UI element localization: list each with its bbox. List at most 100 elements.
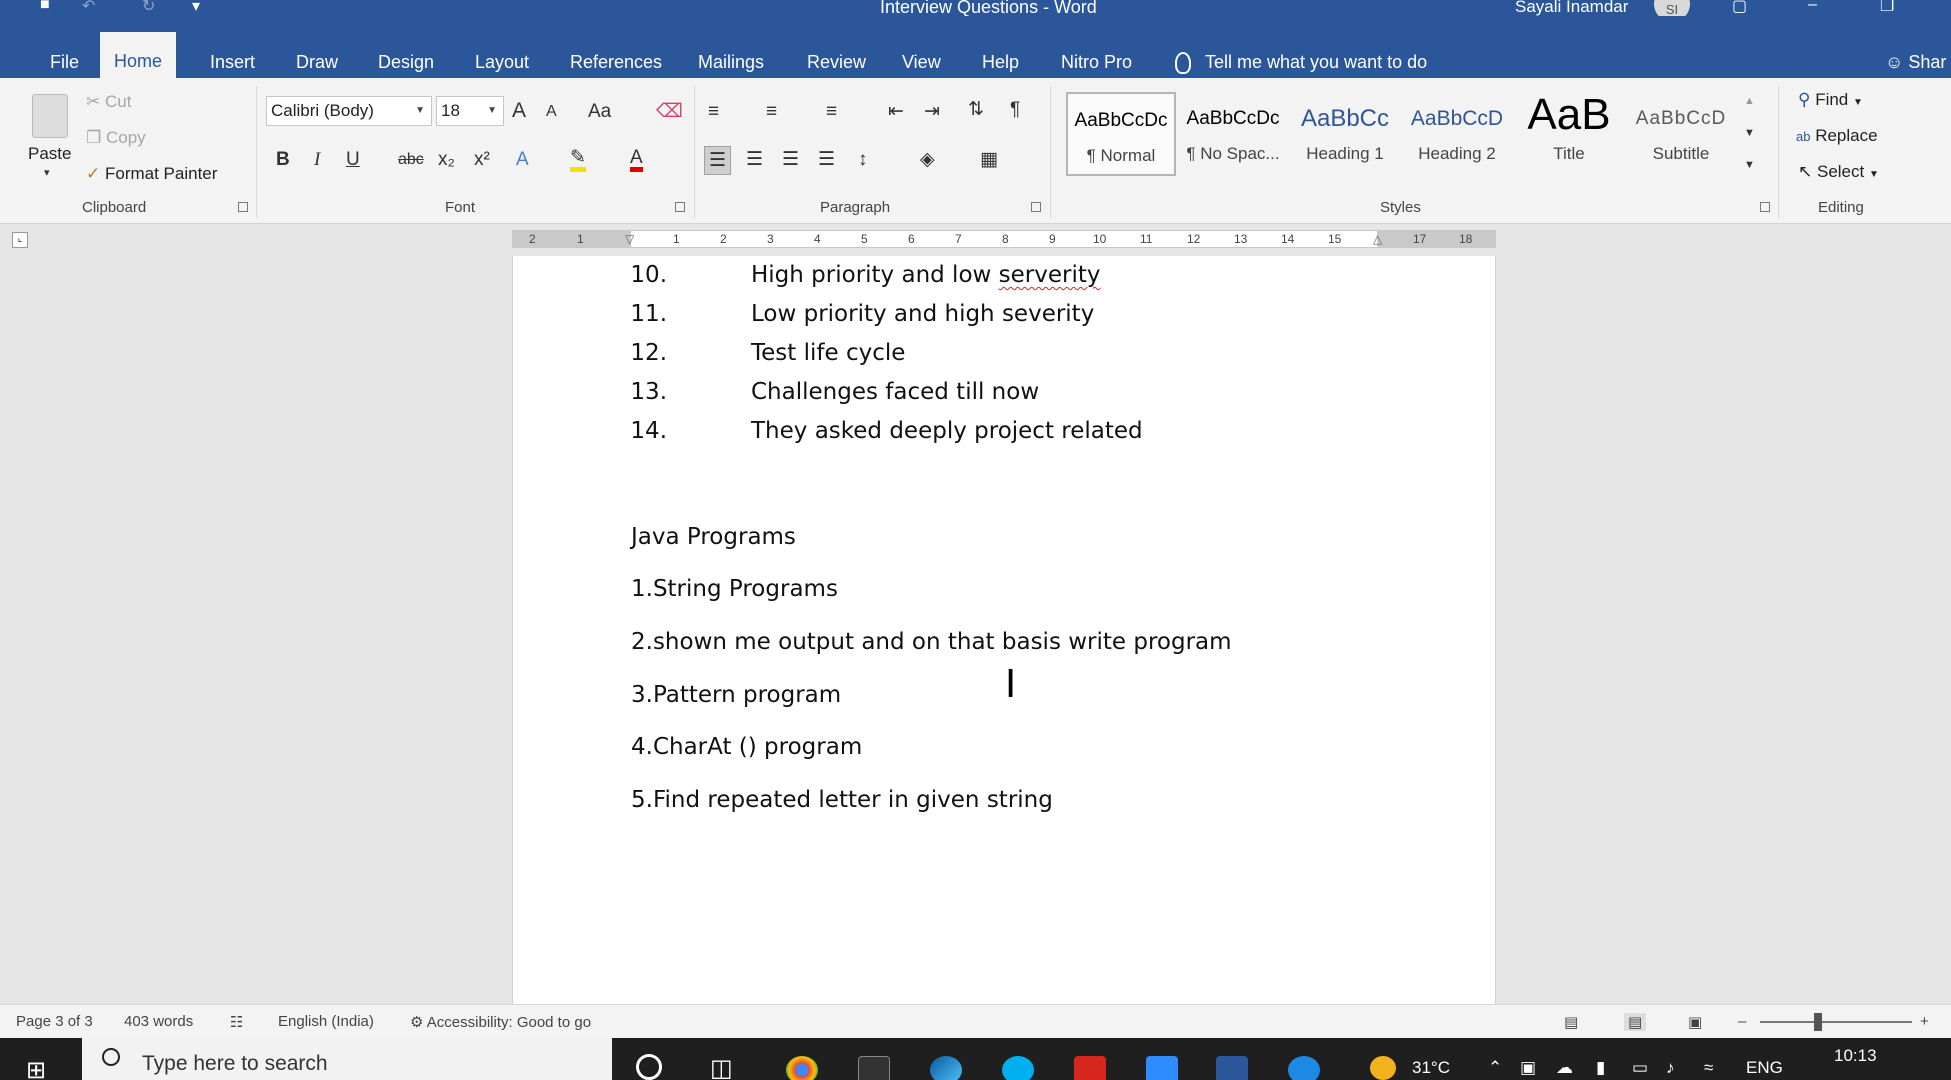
- styles-scroll-down-icon[interactable]: ▼: [1744, 128, 1755, 139]
- skype-icon[interactable]: [1002, 1056, 1034, 1080]
- subscript-icon[interactable]: x₂: [438, 150, 455, 169]
- bold-icon[interactable]: B: [276, 150, 290, 169]
- redo-icon[interactable]: ↻: [142, 0, 155, 16]
- paste-button[interactable]: [26, 90, 76, 146]
- word-app-icon[interactable]: [1216, 1056, 1248, 1080]
- battery-icon[interactable]: ▭: [1632, 1058, 1648, 1078]
- taskbar-search[interactable]: Type here to search: [82, 1038, 612, 1080]
- format-painter-button[interactable]: ✓ Format Painter: [86, 164, 217, 184]
- tab-insert[interactable]: Insert: [196, 46, 269, 78]
- web-layout-icon[interactable]: ▣: [1688, 1013, 1702, 1031]
- tab-mailings[interactable]: Mailings: [684, 46, 778, 78]
- tab-layout[interactable]: Layout: [461, 46, 543, 78]
- copy-button[interactable]: ❐ Copy: [86, 128, 146, 148]
- meet-now-icon[interactable]: ▣: [1520, 1058, 1536, 1078]
- text-effects-icon[interactable]: A: [516, 150, 529, 169]
- tab-review[interactable]: Review: [793, 46, 880, 78]
- underline-icon[interactable]: U: [346, 150, 360, 169]
- spelling-error[interactable]: serverity: [999, 262, 1101, 288]
- shading-icon[interactable]: ◈: [920, 150, 935, 169]
- superscript-icon[interactable]: x²: [474, 150, 490, 169]
- wifi-icon[interactable]: ≈: [1704, 1058, 1713, 1078]
- borders-icon[interactable]: ▦: [980, 150, 998, 169]
- document-page[interactable]: 10. High priority and low serverity 11. …: [512, 256, 1496, 1004]
- line-spacing-icon[interactable]: ↕: [858, 150, 868, 169]
- shrink-font-icon[interactable]: A: [546, 104, 557, 120]
- show-formatting-icon[interactable]: ¶: [1010, 100, 1020, 119]
- tab-references[interactable]: References: [556, 46, 676, 78]
- indent-marker-icon[interactable]: ▽: [625, 232, 634, 246]
- volume-icon[interactable]: ♪: [1666, 1058, 1675, 1078]
- zoom-slider-thumb[interactable]: [1814, 1013, 1822, 1031]
- undo-icon[interactable]: ↶: [82, 0, 95, 16]
- increase-indent-icon[interactable]: ⇥: [924, 102, 940, 121]
- print-layout-icon[interactable]: ▤: [1624, 1013, 1647, 1031]
- select-button[interactable]: ↖ Select ▼: [1798, 162, 1879, 182]
- tab-help[interactable]: Help: [968, 46, 1033, 78]
- proofing-icon[interactable]: ☷: [230, 1013, 243, 1031]
- align-left-icon[interactable]: ☰: [704, 146, 732, 175]
- clipboard-launcher-icon[interactable]: [238, 202, 248, 212]
- font-color-icon[interactable]: A: [630, 148, 643, 172]
- zoom-app-icon[interactable]: [1146, 1056, 1178, 1080]
- read-mode-icon[interactable]: ▤: [1564, 1013, 1578, 1031]
- chevron-up-icon[interactable]: ⌃: [1488, 1058, 1502, 1078]
- language-status[interactable]: English (India): [278, 1013, 374, 1030]
- replace-button[interactable]: ab Replace: [1796, 126, 1878, 146]
- paste-label[interactable]: Paste: [28, 144, 71, 164]
- font-launcher-icon[interactable]: [675, 202, 685, 212]
- ribbon-display-options-icon[interactable]: ▢: [1732, 0, 1747, 16]
- terminal-icon[interactable]: [858, 1056, 890, 1080]
- style-subtitle[interactable]: AaBbCcD Subtitle: [1626, 92, 1736, 176]
- find-button[interactable]: ⚲ Find ▼: [1798, 90, 1863, 110]
- chrome-icon[interactable]: [786, 1056, 818, 1080]
- weather-icon[interactable]: [1370, 1056, 1396, 1080]
- tab-file[interactable]: File: [36, 46, 93, 78]
- tab-design[interactable]: Design: [364, 46, 448, 78]
- align-right-icon[interactable]: ☰: [782, 150, 799, 169]
- acrobat-icon[interactable]: [1074, 1056, 1106, 1080]
- windows-start-icon[interactable]: ⊞: [26, 1056, 46, 1080]
- usb-icon[interactable]: ▮: [1596, 1058, 1605, 1078]
- change-case-icon[interactable]: Aa: [588, 102, 611, 121]
- font-size-select[interactable]: 18 ▼: [436, 96, 504, 126]
- tab-draw[interactable]: Draw: [282, 46, 352, 78]
- clear-formatting-icon[interactable]: ⌫: [656, 102, 683, 121]
- horizontal-ruler[interactable]: 2 1 ▽ 1 2 3 4 5 6 7 8 9 10 11 12 13 14 1…: [512, 230, 1496, 248]
- clock-time[interactable]: 10:13: [1834, 1046, 1877, 1066]
- numbering-icon[interactable]: ≡: [766, 102, 777, 121]
- font-family-select[interactable]: Calibri (Body) ▼: [266, 96, 432, 126]
- tab-nitro-pro[interactable]: Nitro Pro: [1047, 46, 1146, 78]
- multilevel-list-icon[interactable]: ≡: [826, 102, 837, 121]
- bullets-icon[interactable]: ≡: [708, 102, 719, 121]
- tell-me-search[interactable]: Tell me what you want to do: [1175, 46, 1427, 78]
- temperature[interactable]: 31°C: [1412, 1058, 1450, 1078]
- right-indent-marker-icon[interactable]: △: [1373, 232, 1382, 246]
- minimize-icon[interactable]: –: [1808, 0, 1817, 14]
- style-heading-2[interactable]: AaBbCcD Heading 2: [1402, 92, 1512, 176]
- cortana-icon[interactable]: [636, 1054, 662, 1080]
- paste-dropdown-icon[interactable]: ▾: [44, 168, 50, 179]
- style-no-spacing[interactable]: AaBbCcDc ¶ No Spac...: [1178, 92, 1288, 176]
- sort-icon[interactable]: ⇅: [968, 100, 984, 119]
- tab-view[interactable]: View: [888, 46, 955, 78]
- grow-font-icon[interactable]: A: [512, 100, 526, 121]
- share-button[interactable]: ☺ Shar: [1885, 46, 1946, 78]
- cloud-icon[interactable]: ☁: [1556, 1058, 1573, 1078]
- zoom-in-icon[interactable]: +: [1920, 1013, 1929, 1030]
- align-center-icon[interactable]: ☰: [746, 150, 763, 169]
- restore-icon[interactable]: ❐: [1880, 0, 1894, 16]
- accessibility-status[interactable]: ⚙ Accessibility: Good to go: [410, 1013, 591, 1031]
- paragraph-launcher-icon[interactable]: [1031, 202, 1041, 212]
- strikethrough-icon[interactable]: abc: [398, 152, 424, 168]
- cut-button[interactable]: ✂ Cut: [86, 92, 131, 112]
- highlight-icon[interactable]: ✎: [570, 148, 586, 172]
- save-icon[interactable]: ■: [40, 0, 50, 14]
- task-view-icon[interactable]: ◫: [710, 1054, 733, 1080]
- styles-launcher-icon[interactable]: [1760, 202, 1770, 212]
- page-count[interactable]: Page 3 of 3: [16, 1013, 93, 1030]
- justify-icon[interactable]: ☰: [818, 150, 835, 169]
- zoom-slider[interactable]: [1760, 1021, 1912, 1023]
- styles-scroll-up-icon[interactable]: ▲: [1744, 96, 1755, 107]
- italic-icon[interactable]: I: [314, 150, 320, 169]
